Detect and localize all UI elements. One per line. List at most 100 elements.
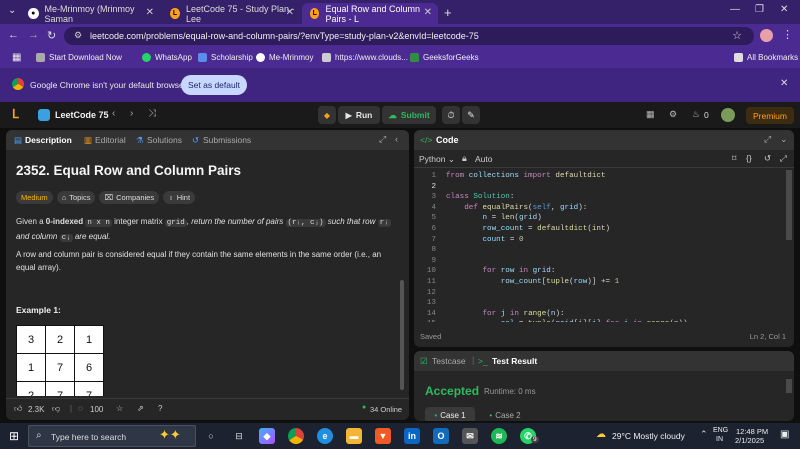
comment-icon[interactable]: ◌ [78, 404, 83, 413]
avatar[interactable] [721, 108, 735, 122]
tray-chevron-icon[interactable]: ⌃ [700, 429, 708, 440]
brave-icon[interactable]: ▼ [375, 428, 391, 444]
scrollbar[interactable] [786, 379, 792, 393]
language-select[interactable]: Python ⌄ [419, 154, 455, 165]
submit-button[interactable]: ☁ Submit [382, 106, 436, 124]
line-number: 1 [431, 172, 436, 180]
timer-icon[interactable]: ⏱ [442, 106, 460, 124]
forward-icon[interactable]: → [28, 29, 39, 41]
streak-fire-icon[interactable]: ♨ [692, 109, 700, 120]
notes-icon[interactable]: ✎ [462, 106, 480, 124]
browser-tab-study-plan[interactable]: L LeetCode 75 - Study Plan - Lee ✕ [162, 3, 300, 24]
chrome-taskbar-icon[interactable] [288, 428, 304, 444]
close-window-button[interactable]: ✕ [780, 4, 788, 15]
new-tab-button[interactable]: + [444, 5, 452, 20]
settings-gear-icon[interactable]: ⚙ [669, 109, 677, 120]
notification-icon[interactable]: ▣ [780, 429, 789, 440]
scrollbar[interactable] [400, 280, 404, 390]
reset-icon[interactable]: ↺ [764, 153, 771, 164]
file-explorer-icon[interactable]: ▬ [346, 428, 362, 444]
maximize-icon[interactable]: ⤢ [379, 134, 386, 145]
bookmark-icon[interactable]: ⌑ [732, 153, 736, 164]
minimize-button[interactable]: — [730, 4, 740, 15]
bookmark-clouds[interactable]: https://www.clouds... [322, 53, 408, 62]
tab-submissions[interactable]: Submissions [203, 135, 251, 145]
scrollbar[interactable] [786, 170, 792, 240]
bookmark-scholarship[interactable]: Scholarship [198, 53, 253, 62]
url-text[interactable]: leetcode.com/problems/equal-row-and-colu… [90, 31, 479, 41]
prev-problem-icon[interactable]: ‹ [112, 108, 115, 119]
close-icon[interactable]: ✕ [780, 78, 788, 89]
close-icon[interactable]: ✕ [424, 7, 432, 18]
weather-text[interactable]: 29°C Mostly cloudy [612, 431, 685, 441]
run-button[interactable]: ▶ Run [338, 106, 380, 124]
format-braces-icon[interactable]: {} [746, 153, 752, 163]
help-icon[interactable]: ? [158, 404, 162, 413]
case-1-button[interactable]: • Case 1 [425, 407, 475, 421]
menu-icon[interactable]: ⋮ [782, 28, 793, 41]
browser-tab-github[interactable]: ● Me-Mrinmoy (Mrinmoy Saman ✕ [20, 3, 160, 24]
bookmark-geeksforgeeks[interactable]: GeeksforGeeks [410, 53, 479, 62]
tab-testcase[interactable]: Testcase [432, 356, 466, 366]
copilot-icon[interactable]: ◆ [259, 428, 275, 444]
tab-editorial[interactable]: Editorial [95, 135, 126, 145]
tab-test-result[interactable]: Test Result [492, 356, 537, 366]
dislike-icon[interactable]: 👎︎ [52, 404, 60, 414]
premium-button[interactable]: Premium [746, 107, 794, 124]
windows-start-icon[interactable]: ⊞ [9, 430, 19, 442]
line-number: 8 [431, 246, 436, 255]
companies-tag[interactable]: ⌧ Companies [99, 191, 160, 204]
edge-icon[interactable]: e [317, 428, 333, 444]
next-problem-icon[interactable]: › [130, 108, 133, 119]
auto-mode-label[interactable]: Auto [475, 154, 493, 164]
bookmark-star-icon[interactable]: ☆ [732, 29, 742, 42]
linkedin-icon[interactable]: in [404, 428, 420, 444]
share-icon[interactable]: ⇗ [137, 404, 144, 413]
avatar[interactable] [760, 29, 773, 42]
set-default-button[interactable]: Set as default [181, 75, 247, 95]
outlook-icon[interactable]: O [433, 428, 449, 444]
collapse-icon[interactable]: ‹ [395, 134, 398, 144]
maximize-icon[interactable]: ⤢ [764, 134, 771, 145]
all-bookmarks[interactable]: All Bookmarks [734, 53, 798, 62]
omnibox[interactable]: ⚙ leetcode.com/problems/equal-row-and-co… [64, 27, 754, 45]
browser-tab-active[interactable]: L Equal Row and Column Pairs - L ✕ [302, 3, 438, 24]
layout-icon[interactable]: ▦ [646, 109, 655, 120]
hint-tag[interactable]: ♁ Hint [163, 191, 196, 204]
tab-solutions[interactable]: Solutions [147, 135, 182, 145]
close-icon[interactable]: ✕ [146, 7, 154, 18]
reload-icon[interactable]: ↻ [47, 29, 56, 42]
line-number: 3 [431, 193, 436, 202]
clock-time[interactable]: 12:48 PM [736, 427, 768, 436]
debug-icon[interactable]: ◆ [318, 106, 336, 124]
language-indicator[interactable]: ENG [713, 427, 728, 434]
taskbar-search-box[interactable]: ⌕ Type here to search ✦✦ [28, 425, 196, 447]
tab-description[interactable]: Description [25, 135, 72, 145]
fullscreen-icon[interactable]: ⤢ [780, 153, 787, 164]
leetcode-logo-icon[interactable]: ᒪ [12, 107, 19, 121]
topics-tag[interactable]: ⌂ Topics [56, 191, 96, 204]
task-view-icon[interactable]: ○ [203, 428, 219, 444]
upload-cloud-icon: ☁ [388, 109, 397, 120]
tab-search-icon[interactable]: ⌄ [8, 5, 16, 16]
line-number: 14 [426, 309, 436, 318]
case-2-button[interactable]: • Case 2 [480, 407, 530, 421]
spotify-icon[interactable]: ≋ [491, 428, 507, 444]
close-icon[interactable]: ✕ [286, 7, 294, 18]
site-info-icon[interactable]: ⚙ [74, 30, 82, 41]
back-icon[interactable]: ← [8, 29, 19, 41]
like-icon[interactable]: 👍︎ [14, 404, 22, 414]
bookmark-start-download[interactable]: Start Download Now [36, 53, 122, 62]
bookmark-me-mrinmoy[interactable]: Me-Mrinmoy [256, 53, 313, 62]
bookmark-whatsapp[interactable]: WhatsApp [142, 53, 192, 62]
restore-button[interactable]: ❐ [755, 4, 764, 15]
mail-icon[interactable]: ✉ [462, 428, 478, 444]
favorite-star-icon[interactable]: ☆ [116, 404, 123, 413]
problem-list-title[interactable]: LeetCode 75 [55, 110, 109, 120]
apps-icon[interactable]: ▦ [12, 52, 21, 63]
collapse-icon[interactable]: ⌄ [780, 134, 788, 145]
shuffle-icon[interactable]: ⤨ [148, 108, 156, 119]
widgets-icon[interactable]: ⊟ [231, 428, 247, 444]
code-editor[interactable]: 1 from collections import defaultdict 2 3 cl… [414, 169, 786, 322]
tag-icon: ⌂ [61, 193, 67, 202]
